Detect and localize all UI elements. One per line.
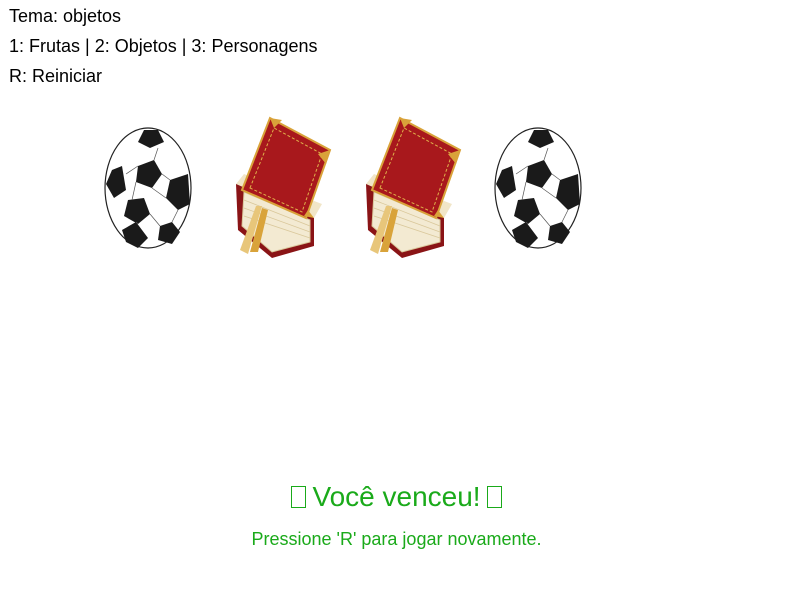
card-3[interactable] — [352, 114, 472, 264]
missing-glyph-icon — [486, 486, 502, 508]
missing-glyph-icon — [291, 486, 307, 508]
card-2[interactable] — [222, 114, 342, 264]
card-1[interactable] — [92, 114, 212, 264]
soccer-ball-icon — [494, 127, 582, 249]
card-4[interactable] — [482, 114, 602, 264]
soccer-ball-icon — [104, 127, 192, 249]
play-again-hint: Pressione 'R' para jogar novamente. — [251, 529, 542, 549]
card-row — [0, 0, 793, 300]
red-book-icon — [366, 116, 462, 258]
win-message: Você venceu! — [0, 480, 793, 514]
win-title-text: Você venceu! — [312, 481, 481, 512]
red-book-icon — [236, 116, 332, 258]
